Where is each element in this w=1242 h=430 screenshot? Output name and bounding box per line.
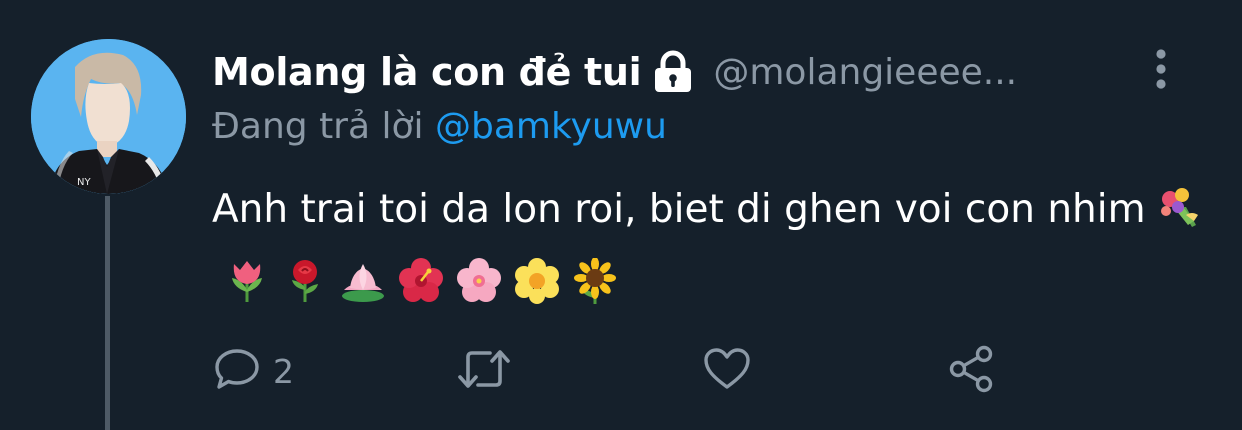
replying-to: Đang trả lời @bamkyuwu [212, 106, 667, 147]
tweet-header: Molang là con đẻ tui @molangieeee... [212, 44, 1073, 100]
tweet-text: Anh trai toi da lon roi, biet di ghen vo… [212, 187, 1146, 232]
handle[interactable]: @molangieeee... [713, 52, 1073, 93]
like-button[interactable] [702, 344, 752, 398]
reply-mention-link[interactable]: @bamkyuwu [435, 106, 667, 147]
svg-text:NY: NY [77, 177, 91, 188]
tulip-emoji [224, 258, 270, 324]
like-icon [702, 345, 752, 397]
cherry-blossom-emoji [456, 258, 502, 324]
reply-icon [213, 345, 261, 397]
reply-count: 2 [273, 351, 294, 391]
lock-icon [651, 49, 695, 95]
share-icon [946, 344, 996, 398]
retweet-button[interactable] [456, 344, 512, 398]
retweet-icon [456, 345, 512, 397]
display-name[interactable]: Molang là con đẻ tui [212, 50, 642, 94]
tweet-actions: 2 [0, 344, 1242, 398]
avatar[interactable]: NY [31, 39, 186, 194]
reply-prefix: Đang trả lời [212, 106, 424, 147]
rose-emoji [282, 258, 328, 324]
lotus-emoji [340, 258, 386, 324]
tweet[interactable]: NY Molang là con đẻ tui @molangieeee... … [0, 0, 1242, 430]
blossom-emoji [514, 258, 560, 324]
more-options-icon[interactable] [1150, 48, 1172, 90]
sunflower-emoji [572, 257, 618, 324]
tweet-body: Anh trai toi da lon roi, biet di ghen vo… [212, 178, 1212, 324]
reply-button[interactable]: 2 [213, 344, 294, 398]
hibiscus-emoji [398, 258, 444, 324]
bouquet-emoji [1158, 185, 1204, 251]
share-button[interactable] [946, 344, 996, 398]
